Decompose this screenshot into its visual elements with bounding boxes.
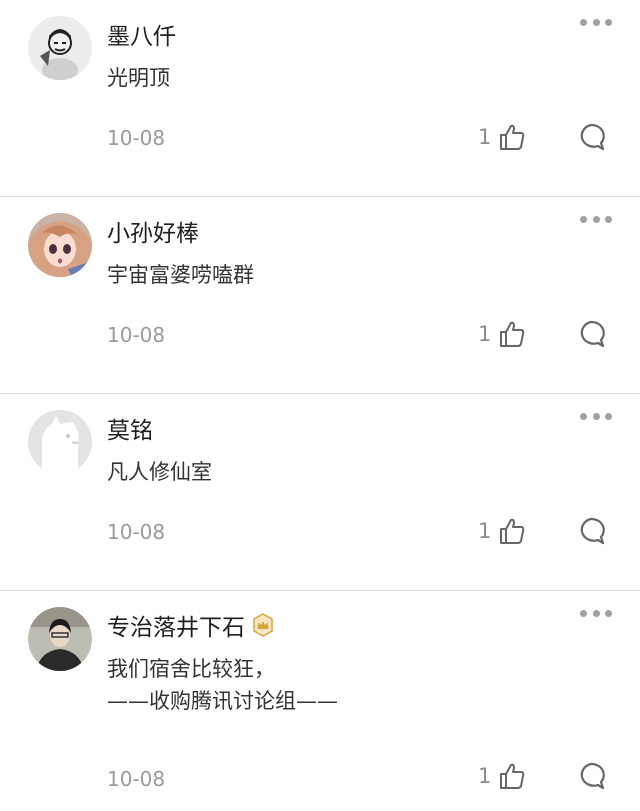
anime-girl-avatar[interactable] (28, 213, 92, 277)
like-button[interactable]: 1 (478, 122, 527, 152)
thumbs-up-icon (500, 321, 525, 347)
comment-bubble-icon[interactable] (576, 761, 606, 791)
comment-item: 莫铭 凡人修仙室 10-08 1 (0, 394, 640, 591)
thumbs-up-icon (500, 518, 525, 544)
comment-item: 小孙好棒 宇宙富婆唠嗑群 10-08 1 (0, 197, 640, 394)
more-dots-icon[interactable] (580, 211, 612, 227)
commenter-name[interactable]: 墨八仟 (107, 17, 176, 51)
comment-bubble-icon[interactable] (576, 319, 606, 349)
crown-badge-icon (253, 613, 273, 637)
comment-bubble-icon[interactable] (576, 122, 606, 152)
like-count: 1 (478, 519, 492, 543)
comment-date: 10-08 (107, 126, 166, 150)
like-count: 1 (478, 125, 492, 149)
like-count: 1 (478, 322, 492, 346)
like-count: 1 (478, 764, 492, 788)
commenter-name[interactable]: 莫铭 (107, 411, 153, 445)
commenter-name[interactable]: 专治落井下石 (107, 608, 275, 642)
like-button[interactable]: 1 (478, 319, 527, 349)
like-button[interactable]: 1 (478, 761, 527, 791)
like-button[interactable]: 1 (478, 516, 527, 546)
more-dots-icon[interactable] (580, 408, 612, 424)
comment-text: 光明顶 (107, 66, 170, 90)
ink-warrior-avatar[interactable] (28, 16, 92, 80)
comment-item: 墨八仟 光明顶 10-08 1 (0, 0, 640, 197)
portrait-photo-avatar[interactable] (28, 607, 92, 671)
thumbs-up-icon (500, 763, 525, 789)
more-dots-icon[interactable] (580, 605, 612, 621)
thumbs-up-icon (500, 124, 525, 150)
commenter-name[interactable]: 小孙好棒 (107, 214, 199, 248)
comment-item: 专治落井下石 我们宿舍比较狂， ——收购腾讯讨论组—— 10-08 1 (0, 591, 640, 810)
comment-date: 10-08 (107, 323, 166, 347)
more-dots-icon[interactable] (580, 14, 612, 30)
comment-text: 我们宿舍比较狂， ——收购腾讯讨论组—— (107, 657, 338, 713)
default-dog-avatar[interactable] (28, 410, 92, 474)
comment-text: 宇宙富婆唠嗑群 (107, 263, 254, 287)
comment-text: 凡人修仙室 (107, 460, 212, 484)
comment-date: 10-08 (107, 767, 166, 791)
comment-date: 10-08 (107, 520, 166, 544)
comment-bubble-icon[interactable] (576, 516, 606, 546)
